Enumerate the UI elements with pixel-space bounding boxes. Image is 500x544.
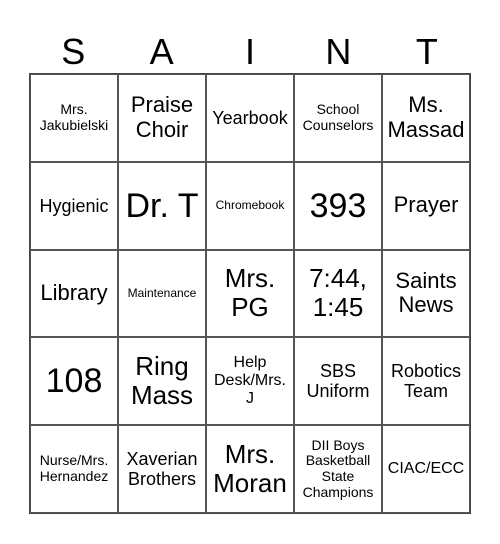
bingo-cell[interactable]: Help Desk/Mrs. J: [206, 337, 294, 426]
bingo-cell[interactable]: Mrs. Moran: [206, 425, 294, 513]
bingo-cell[interactable]: Yearbook: [206, 74, 294, 162]
bingo-cell[interactable]: Mrs. PG: [206, 249, 294, 338]
bingo-cell[interactable]: Mrs. Jakubielski: [30, 74, 118, 162]
bingo-cell[interactable]: Nurse/Mrs. Hernandez: [30, 425, 118, 513]
bingo-cell[interactable]: DII Boys Basketball State Champions: [294, 425, 382, 513]
header-letter: I: [245, 31, 256, 72]
bingo-cell[interactable]: Ms. Massad: [382, 74, 470, 162]
bingo-cell[interactable]: SBS Uniform: [294, 337, 382, 426]
bingo-cell[interactable]: Ring Mass: [118, 337, 206, 426]
bingo-grid: Mrs. Jakubielski Praise Choir Yearbook Scho…: [29, 73, 471, 514]
bingo-cell[interactable]: CIAC/ECC: [382, 425, 470, 513]
bingo-cell[interactable]: School Counselors: [294, 74, 382, 162]
bingo-cell[interactable]: Hygienic: [30, 161, 118, 250]
bingo-cell[interactable]: Library: [30, 249, 118, 338]
bingo-cell[interactable]: Chromebook: [206, 161, 294, 250]
header-letter: S: [61, 31, 86, 72]
bingo-cell[interactable]: Praise Choir: [118, 74, 206, 162]
bingo-cell[interactable]: Robotics Team: [382, 337, 470, 426]
bingo-cell[interactable]: Maintenance: [118, 249, 206, 338]
bingo-cell[interactable]: 7:44, 1:45: [294, 249, 382, 338]
header-letter: N: [325, 31, 352, 72]
bingo-cell[interactable]: Dr. T: [118, 161, 206, 250]
header-letter: T: [415, 31, 438, 72]
bingo-cell[interactable]: 393: [294, 161, 382, 250]
bingo-cell[interactable]: 108: [30, 337, 118, 426]
bingo-cell[interactable]: Saints News: [382, 249, 470, 338]
bingo-cell[interactable]: Prayer: [382, 161, 470, 250]
bingo-cell[interactable]: Xaverian Brothers: [118, 425, 206, 513]
bingo-header: S A I N T: [29, 30, 471, 74]
header-letter: A: [149, 31, 174, 72]
